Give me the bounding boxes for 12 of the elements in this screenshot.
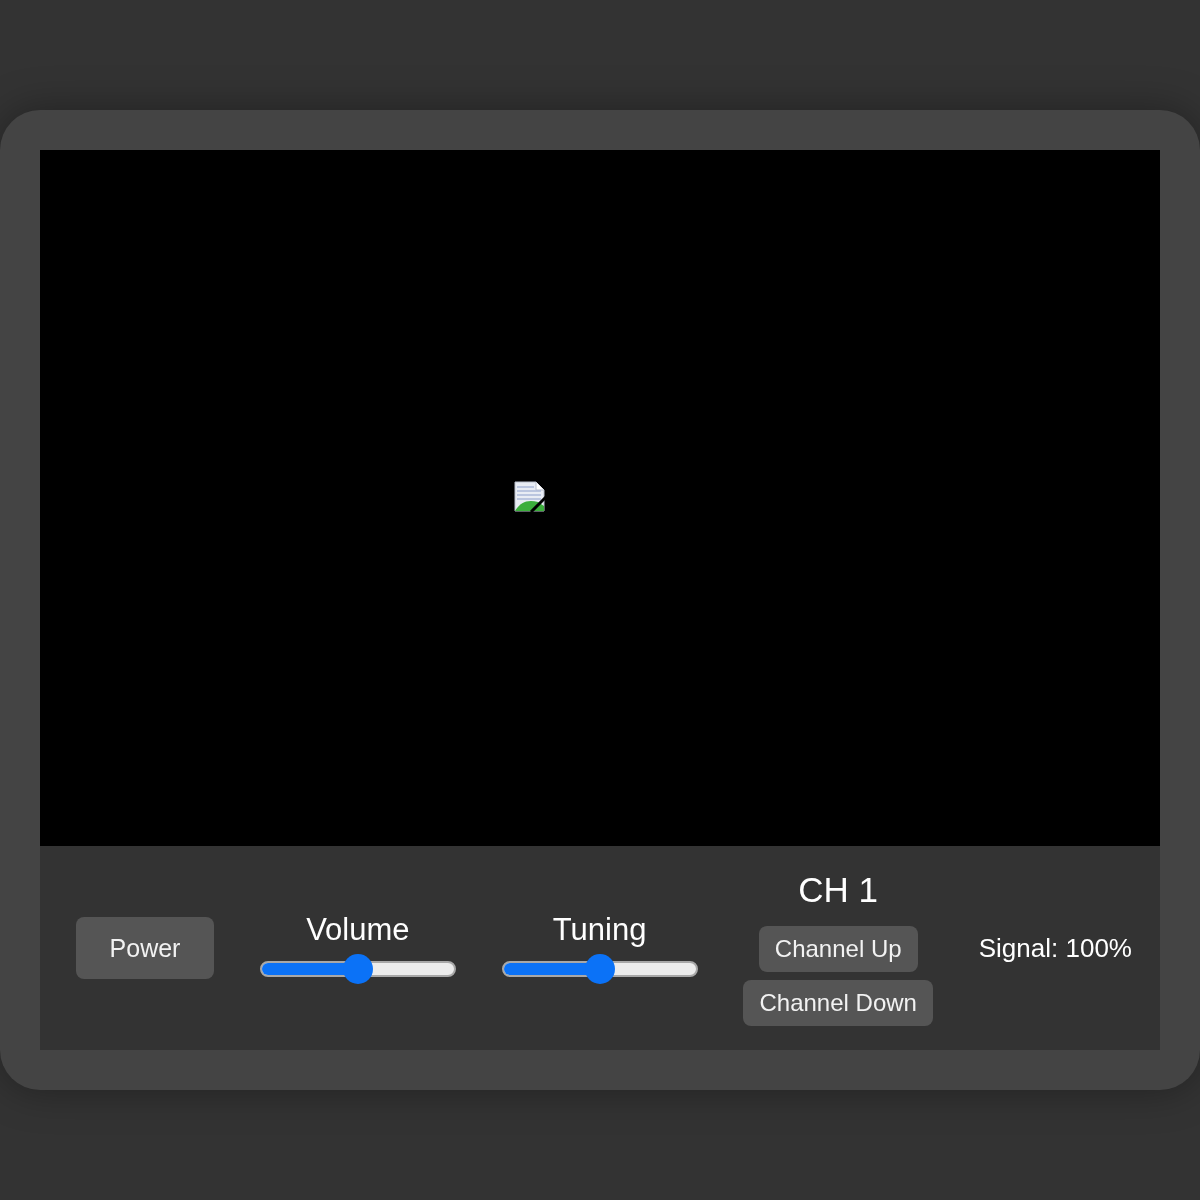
signal-readout: Signal: 100% [978,932,1132,964]
slider-label: Tuning [552,912,647,948]
slider-handle[interactable] [584,954,615,984]
channel-display: CH 1 [798,870,879,910]
channel-button[interactable]: Channel Down [743,980,933,1026]
broken-image-icon [514,480,546,512]
channel-button[interactable]: Channel Up [758,926,918,972]
slider[interactable] [501,954,698,984]
power-button[interactable]: Power [76,917,214,979]
slider[interactable] [259,954,456,984]
slider-handle[interactable] [342,954,373,984]
slider-label: Volume [306,912,410,948]
